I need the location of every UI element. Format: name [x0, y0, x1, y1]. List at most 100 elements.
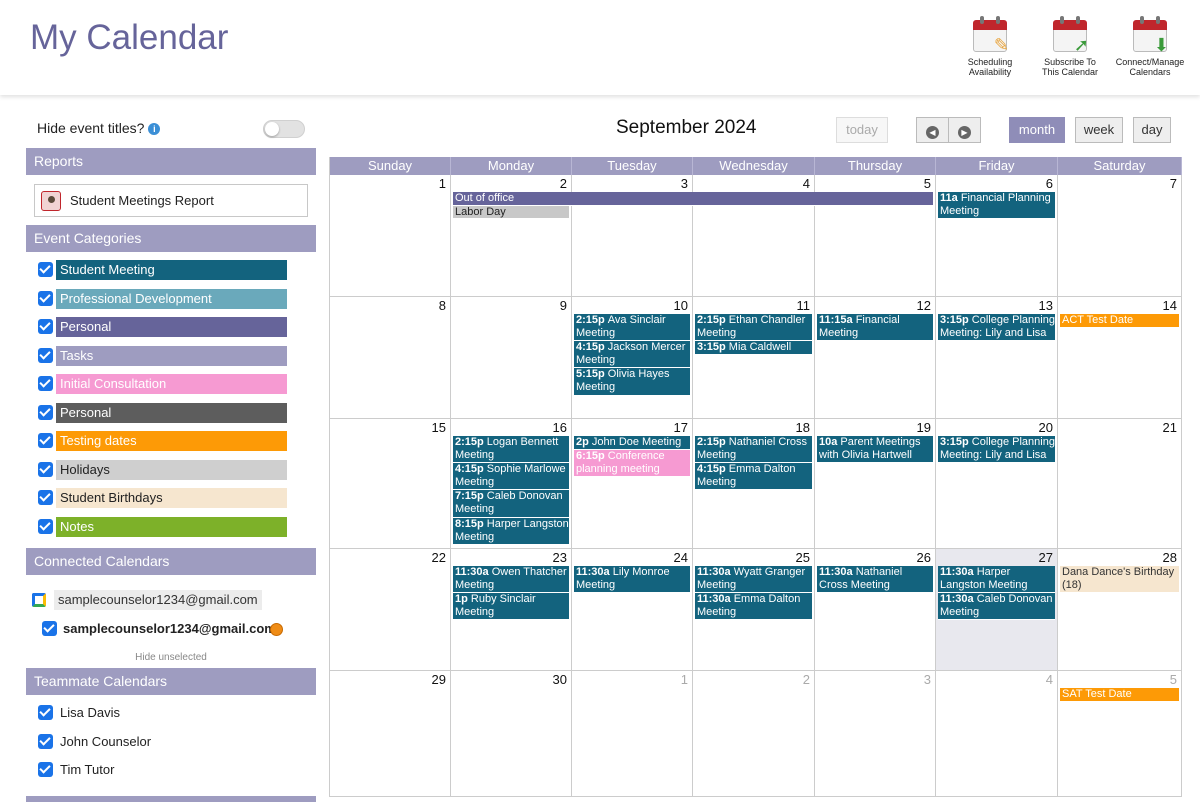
teammate-item[interactable]: Tim Tutor	[38, 760, 288, 780]
calendar-event[interactable]: 2:15p Logan Bennett Meeting	[453, 436, 569, 464]
category-item[interactable]: Personal	[38, 317, 288, 337]
day-number[interactable]: 1	[439, 176, 446, 191]
calendar-event[interactable]: SAT Test Date	[1060, 688, 1179, 702]
day-number[interactable]: 10	[674, 298, 688, 313]
category-checkbox[interactable]	[38, 347, 53, 363]
prev-button[interactable]: ◀	[916, 117, 949, 143]
calendar-event[interactable]: 11:30a Nathaniel Cross Meeting	[817, 566, 933, 594]
day-number[interactable]: 12	[917, 298, 931, 313]
today-button[interactable]: today	[836, 117, 888, 143]
calendar-event[interactable]: 6:15p Conference planning meeting	[574, 449, 690, 477]
day-number[interactable]: 4	[803, 176, 810, 191]
connected-calendar-item[interactable]: samplecounselor1234@gmail.com	[38, 619, 298, 639]
info-icon[interactable]: i	[148, 123, 161, 135]
day-cell[interactable]: 29	[330, 671, 451, 797]
day-number[interactable]: 2	[803, 672, 810, 687]
connect-manage-calendars-button[interactable]: ⬇ Connect/Manage Calendars	[1110, 14, 1190, 77]
category-checkbox[interactable]	[38, 461, 53, 477]
day-number[interactable]: 23	[553, 550, 567, 565]
calendar-event[interactable]: Labor Day	[453, 205, 569, 220]
day-cell[interactable]: 7	[1058, 175, 1182, 297]
calendar-event[interactable]: 3:15p College Planning Meeting: Lily and…	[938, 436, 1055, 464]
day-number[interactable]: 3	[681, 176, 688, 191]
calendar-event[interactable]: 11:30a Caleb Donovan Meeting	[938, 593, 1055, 621]
calendar-event[interactable]: 3:15p College Planning Meeting: Lily and…	[938, 314, 1055, 342]
teammate-calendars-header[interactable]: Teammate Calendars	[26, 668, 316, 695]
category-checkbox[interactable]	[38, 319, 53, 334]
calendar-event[interactable]: 3:15p Mia Caldwell	[695, 341, 812, 355]
day-cell[interactable]: 3	[815, 671, 936, 797]
day-cell[interactable]: 8	[330, 297, 451, 419]
calendar-event[interactable]: Dana Dance's Birthday (18)	[1060, 566, 1179, 594]
day-number[interactable]: 16	[553, 420, 567, 435]
day-number[interactable]: 4	[1046, 672, 1053, 687]
day-number[interactable]: 22	[432, 550, 446, 565]
day-number[interactable]: 2	[560, 176, 567, 191]
day-number[interactable]: 3	[924, 672, 931, 687]
day-view-button[interactable]: day	[1133, 117, 1171, 143]
calendar-event[interactable]: 2:15p Ava Sinclair Meeting	[574, 314, 690, 342]
calendar-event[interactable]: 2:15p Nathaniel Cross Meeting	[695, 436, 812, 464]
calendar-event[interactable]: 11:30a Owen Thatcher Meeting	[453, 566, 569, 594]
calendar-event[interactable]: 8:15p Harper Langston Meeting	[453, 517, 569, 545]
calendar-event[interactable]: 4:15p Sophie Marlowe Meeting	[453, 463, 569, 491]
calendar-event[interactable]: Out of office	[453, 192, 933, 206]
day-number[interactable]: 17	[674, 420, 688, 435]
category-item[interactable]: Tasks	[38, 345, 288, 366]
calendar-event[interactable]: 1p Ruby Sinclair Meeting	[453, 593, 569, 621]
day-number[interactable]: 9	[560, 298, 567, 313]
category-item[interactable]: Holidays	[38, 459, 288, 480]
subscribe-calendar-button[interactable]: ➚ Subscribe To This Calendar	[1030, 14, 1110, 77]
day-number[interactable]: 28	[1163, 550, 1177, 565]
scheduling-availability-button[interactable]: ✎ Scheduling Availability	[950, 14, 1030, 77]
hide-unselected-link[interactable]: Hide unselected	[26, 652, 316, 663]
day-number[interactable]: 1	[681, 672, 688, 687]
day-number[interactable]: 27	[1039, 550, 1053, 565]
calendar-event[interactable]: 7:15p Caleb Donovan Meeting	[453, 490, 569, 518]
day-cell[interactable]: 30	[451, 671, 572, 797]
category-item[interactable]: Notes	[38, 516, 288, 537]
day-number[interactable]: 20	[1039, 420, 1053, 435]
calendar-event[interactable]: 4:15p Emma Dalton Meeting	[695, 463, 812, 491]
calendar-event[interactable]: 11:15a Financial Meeting	[817, 314, 933, 342]
month-view-button[interactable]: month	[1009, 117, 1065, 143]
hide-titles-toggle[interactable]	[263, 120, 305, 138]
teammate-checkbox[interactable]	[38, 705, 53, 720]
calendar-event[interactable]: ACT Test Date	[1060, 314, 1179, 328]
calendar-event[interactable]: 11:30a Lily Monroe Meeting	[574, 566, 690, 594]
category-item[interactable]: Initial Consultation	[38, 374, 288, 394]
calendar-event[interactable]: 10a Parent Meetings with Olivia Hartwell	[817, 436, 933, 464]
category-item[interactable]: Personal	[38, 402, 288, 423]
calendar-event[interactable]: 2p John Doe Meeting	[574, 436, 690, 450]
day-cell[interactable]: 1	[572, 671, 693, 797]
teammate-checkbox[interactable]	[38, 762, 53, 777]
category-checkbox[interactable]	[38, 376, 53, 391]
teammate-checkbox[interactable]	[38, 733, 53, 749]
day-number[interactable]: 11	[797, 298, 811, 313]
category-item[interactable]: Student Birthdays	[38, 488, 288, 508]
calendar-event[interactable]: 4:15p Jackson Mercer Meeting	[574, 341, 690, 369]
day-cell[interactable]: 15	[330, 419, 451, 549]
category-item[interactable]: Professional Development	[38, 288, 288, 309]
category-checkbox[interactable]	[38, 433, 53, 448]
connected-calendar-checkbox[interactable]	[42, 621, 57, 636]
day-number[interactable]: 29	[432, 672, 446, 687]
category-checkbox[interactable]	[38, 262, 53, 277]
day-cell[interactable]: 2	[693, 671, 815, 797]
next-button[interactable]: ▶	[948, 117, 981, 143]
connected-calendars-header[interactable]: Connected Calendars	[26, 548, 316, 575]
week-view-button[interactable]: week	[1075, 117, 1123, 143]
day-number[interactable]: 7	[1170, 176, 1177, 191]
day-number[interactable]: 19	[917, 420, 931, 435]
category-checkbox[interactable]	[38, 290, 53, 306]
day-number[interactable]: 13	[1039, 298, 1053, 313]
day-number[interactable]: 24	[674, 550, 688, 565]
day-number[interactable]: 30	[553, 672, 567, 687]
connected-account-row[interactable]: samplecounselor1234@gmail.com	[32, 590, 272, 610]
day-number[interactable]: 15	[432, 420, 446, 435]
calendar-event[interactable]: 11a Financial Planning Meeting	[938, 192, 1055, 220]
calendar-event[interactable]: 11:30a Wyatt Granger Meeting	[695, 566, 812, 594]
reports-header[interactable]: Reports	[26, 148, 316, 175]
category-checkbox[interactable]	[38, 518, 53, 534]
day-number[interactable]: 5	[1170, 672, 1177, 687]
